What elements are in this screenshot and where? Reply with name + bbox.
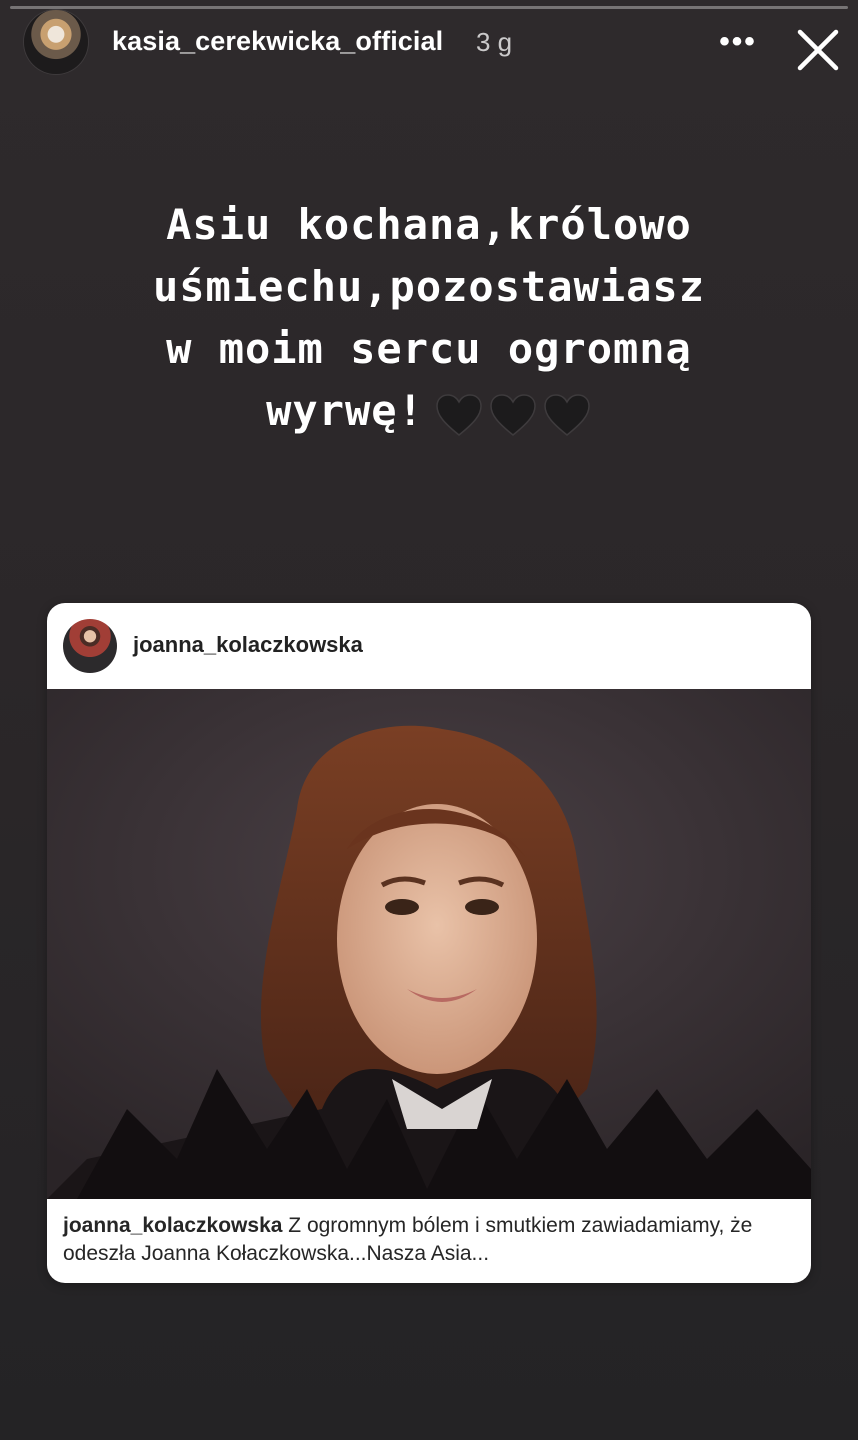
black-heart-icon [544, 394, 590, 436]
close-button[interactable] [790, 22, 846, 78]
shared-post-header: joanna_kolaczkowska [47, 603, 811, 689]
black-heart-icon [490, 394, 536, 436]
story-progress-bar [10, 6, 848, 9]
story-text-line-last: wyrwę! [40, 380, 818, 445]
story-text: Asiu kochana,królowo uśmiechu,pozostawia… [40, 194, 818, 445]
story-text-fragment: wyrwę! [266, 386, 424, 435]
close-icon [797, 29, 839, 71]
hearts-group [430, 383, 592, 445]
shared-post-avatar[interactable] [63, 619, 117, 673]
caption-username[interactable]: joanna_kolaczkowska [63, 1214, 282, 1237]
black-heart-icon [436, 394, 482, 436]
story-timestamp: 3 g [476, 27, 513, 57]
shared-post-card[interactable]: joanna_kolaczkowska joanna_kolaczkowska … [47, 603, 811, 1283]
story-text-line: uśmiechu,pozostawiasz [152, 262, 705, 311]
story-text-line: w moim sercu ogromną [166, 324, 692, 373]
story-text-line: Asiu kochana,królowo [166, 200, 692, 249]
more-options-button[interactable]: ••• [712, 24, 764, 60]
shared-post-caption: joanna_kolaczkowska Z ogromnym bólem i s… [63, 1212, 799, 1268]
story-header: kasia_cerekwicka_official 3 g ••• [0, 10, 858, 76]
portrait-photo [47, 689, 811, 1199]
author-username[interactable]: kasia_cerekwicka_official [112, 26, 443, 57]
shared-post-photo[interactable] [47, 689, 811, 1199]
shared-post-username[interactable]: joanna_kolaczkowska [133, 632, 363, 658]
author-avatar[interactable] [24, 10, 88, 74]
